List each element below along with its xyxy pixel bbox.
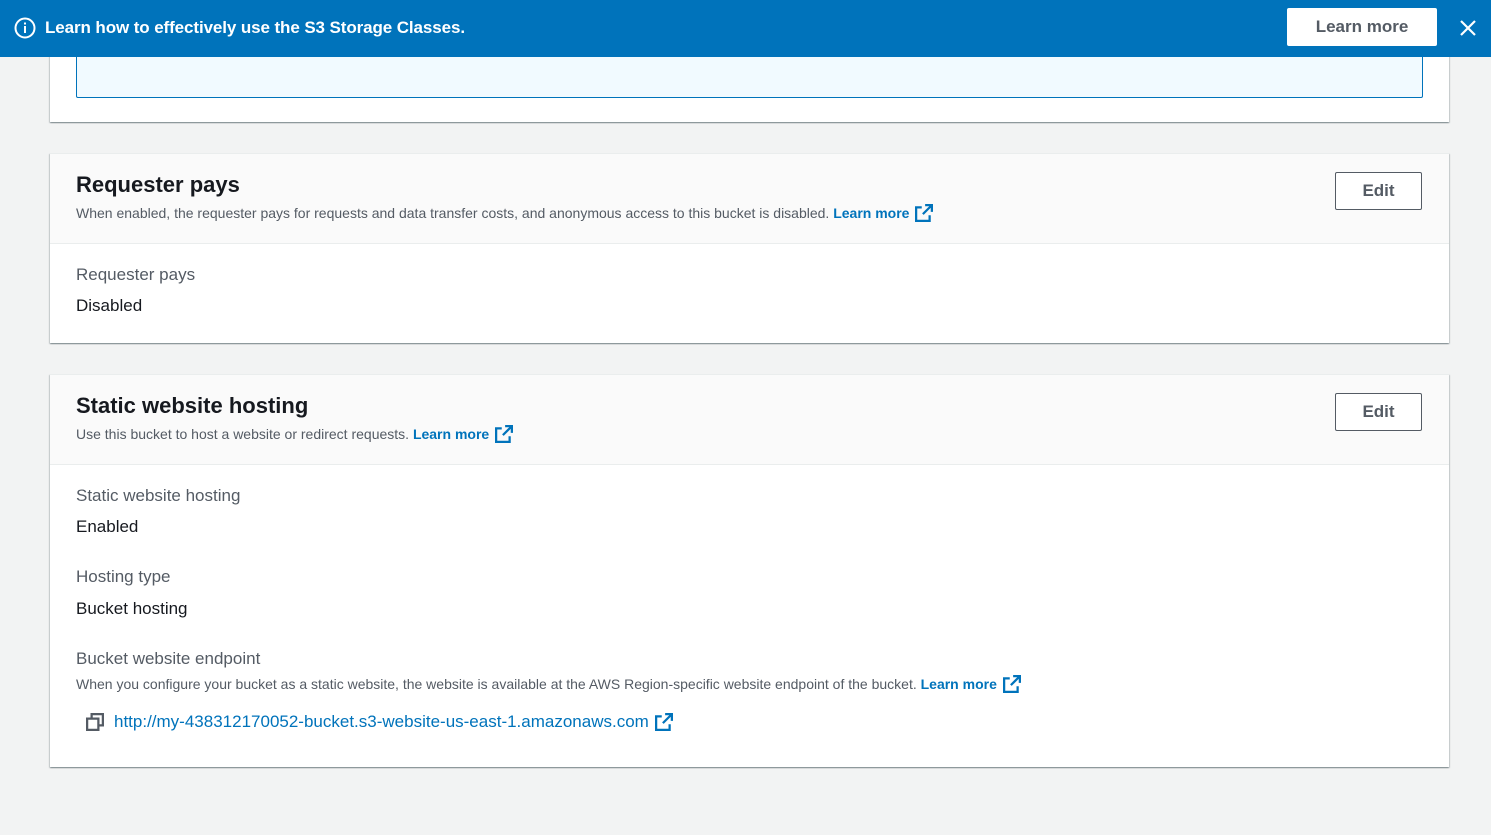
external-link-icon	[1002, 675, 1021, 693]
requester-pays-description: When enabled, the requester pays for req…	[76, 203, 934, 223]
hosting-type-value: Bucket hosting	[76, 599, 188, 618]
requester-pays-label: Requester pays	[76, 265, 196, 284]
static-hosting-status-label: Static website hosting	[76, 486, 241, 505]
learn-more-label: Learn more	[412, 426, 490, 442]
requester-pays-learn-more-link[interactable]: Learn more	[833, 204, 934, 222]
learn-more-label: Learn more	[833, 205, 910, 221]
endpoint-description: When you configure your bucket as a stat…	[76, 674, 1021, 694]
static-website-hosting-card: Static website hosting Use this bucket t…	[50, 374, 1449, 767]
external-link-icon	[915, 204, 934, 222]
s3-bucket-properties-page: Requester pays When enabled, the request…	[0, 0, 1491, 835]
hosting-type-label: Hosting type	[76, 567, 171, 586]
requester-pays-header: Requester pays When enabled, the request…	[50, 154, 1449, 244]
requester-pays-card: Requester pays When enabled, the request…	[50, 153, 1449, 343]
endpoint-row: http://my-438312170052-bucket.s3-website…	[86, 710, 673, 734]
copy-icon[interactable]	[86, 713, 104, 731]
static-hosting-description: Use this bucket to host a website or red…	[76, 424, 514, 444]
requester-pays-description-text: When enabled, the requester pays for req…	[76, 205, 830, 221]
flash-message: Learn how to effectively use the S3 Stor…	[45, 18, 465, 37]
requester-pays-value: Disabled	[76, 296, 143, 315]
learn-more-label: Learn more	[920, 676, 997, 692]
external-link-icon[interactable]	[654, 713, 673, 731]
bucket-endpoint-link[interactable]: http://my-438312170052-bucket.s3-website…	[114, 712, 649, 732]
static-hosting-description-text: Use this bucket to host a website or red…	[76, 426, 410, 442]
endpoint-learn-more-link[interactable]: Learn more	[920, 675, 1021, 693]
static-hosting-edit-button[interactable]: Edit	[1335, 393, 1422, 431]
static-hosting-header: Static website hosting Use this bucket t…	[50, 375, 1449, 465]
flash-banner: Learn how to effectively use the S3 Stor…	[0, 0, 1491, 57]
endpoint-label: Bucket website endpoint	[76, 649, 261, 668]
flash-learn-more-button[interactable]: Learn more	[1287, 8, 1437, 46]
endpoint-description-text: When you configure your bucket as a stat…	[76, 676, 917, 692]
external-link-icon	[495, 425, 514, 443]
requester-pays-title: Requester pays	[76, 172, 240, 197]
close-icon[interactable]	[1456, 16, 1480, 40]
requester-pays-edit-button[interactable]: Edit	[1335, 172, 1422, 210]
info-icon	[14, 17, 36, 39]
static-hosting-status-value: Enabled	[76, 517, 139, 536]
static-hosting-learn-more-link[interactable]: Learn more	[412, 425, 514, 443]
static-hosting-title: Static website hosting	[76, 393, 309, 418]
